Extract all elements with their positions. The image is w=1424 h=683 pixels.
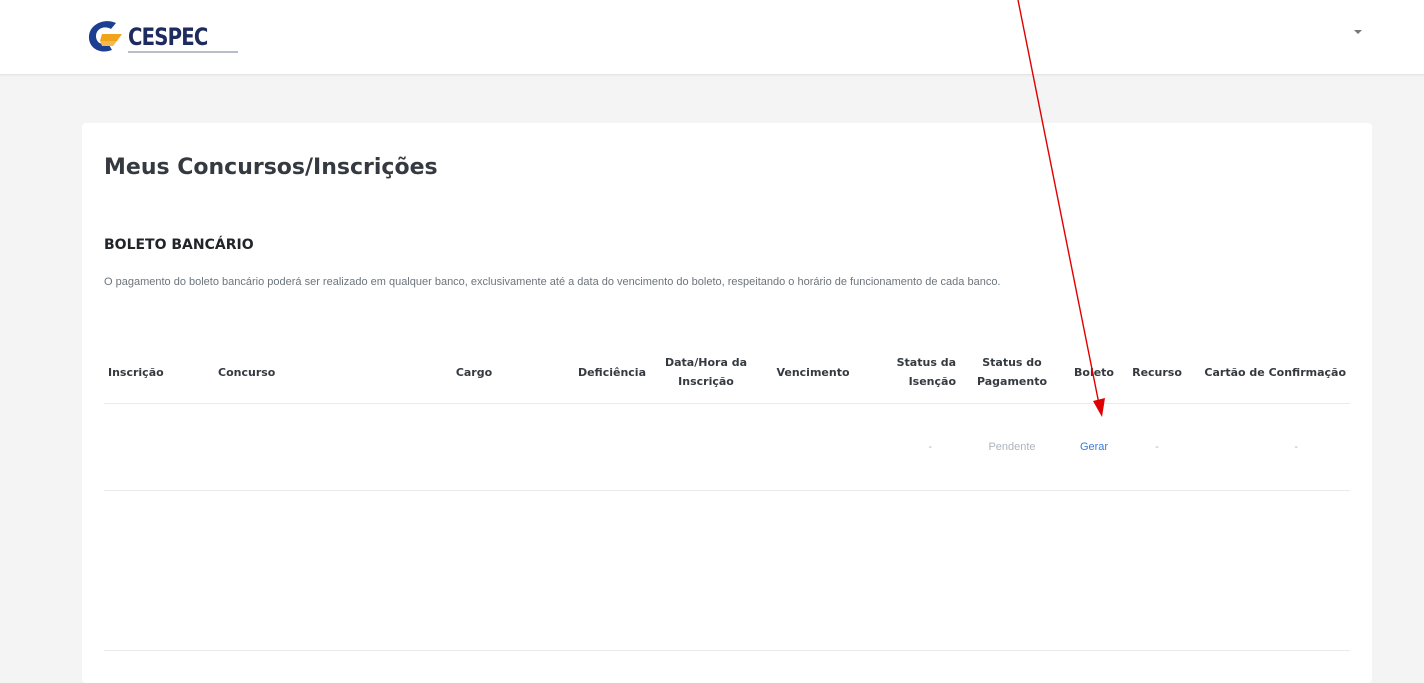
cell-vencimento	[762, 403, 864, 491]
cespec-logo-mark-icon	[86, 19, 126, 55]
subscriptions-table: Inscrição Concurso Cargo Deficiência Dat…	[104, 341, 1350, 491]
cell-recurso: -	[1124, 403, 1190, 491]
cell-cargo	[394, 403, 554, 491]
col-header-status-pagamento: Status do Pagamento	[960, 341, 1064, 404]
col-header-recurso: Recurso	[1124, 341, 1190, 404]
col-header-status-isencao: Status da Isenção	[864, 341, 960, 404]
col-header-inscricao: Inscrição	[104, 341, 214, 404]
boleto-description: O pagamento do boleto bancário poderá se…	[104, 276, 1001, 288]
table-bottom-divider	[104, 650, 1350, 651]
boleto-section-title: BOLETO BANCÁRIO	[104, 237, 254, 253]
col-header-cargo: Cargo	[394, 341, 554, 404]
logo-tagline-line	[128, 51, 238, 53]
col-header-cartao: Cartão de Confirmação	[1190, 341, 1350, 404]
cespec-logo[interactable]: CESPEC	[86, 18, 238, 56]
brand-name: CESPEC	[128, 23, 208, 51]
cell-concurso	[214, 403, 394, 491]
col-header-deficiencia: Deficiência	[554, 341, 650, 404]
col-header-data-hora: Data/Hora da Inscrição	[650, 341, 762, 404]
cell-boleto: Gerar	[1064, 403, 1124, 491]
cell-cartao: -	[1190, 403, 1350, 491]
cell-inscricao	[104, 403, 214, 491]
user-menu-caret-icon[interactable]	[1354, 30, 1362, 34]
page-title: Meus Concursos/Inscrições	[104, 155, 438, 180]
cell-data-hora	[650, 403, 762, 491]
col-header-vencimento: Vencimento	[762, 341, 864, 404]
cell-deficiencia	[554, 403, 650, 491]
table-header-row: Inscrição Concurso Cargo Deficiência Dat…	[104, 341, 1350, 404]
table-row: - Pendente Gerar - -	[104, 403, 1350, 491]
col-header-concurso: Concurso	[214, 341, 394, 404]
col-header-boleto: Boleto	[1064, 341, 1124, 404]
gerar-boleto-link[interactable]: Gerar	[1080, 441, 1108, 453]
cell-status-pagamento-badge: Pendente	[960, 403, 1064, 491]
top-navbar: CESPEC	[0, 0, 1424, 75]
content-card: Meus Concursos/Inscrições BOLETO BANCÁRI…	[82, 123, 1372, 683]
cell-status-isencao: -	[864, 403, 960, 491]
